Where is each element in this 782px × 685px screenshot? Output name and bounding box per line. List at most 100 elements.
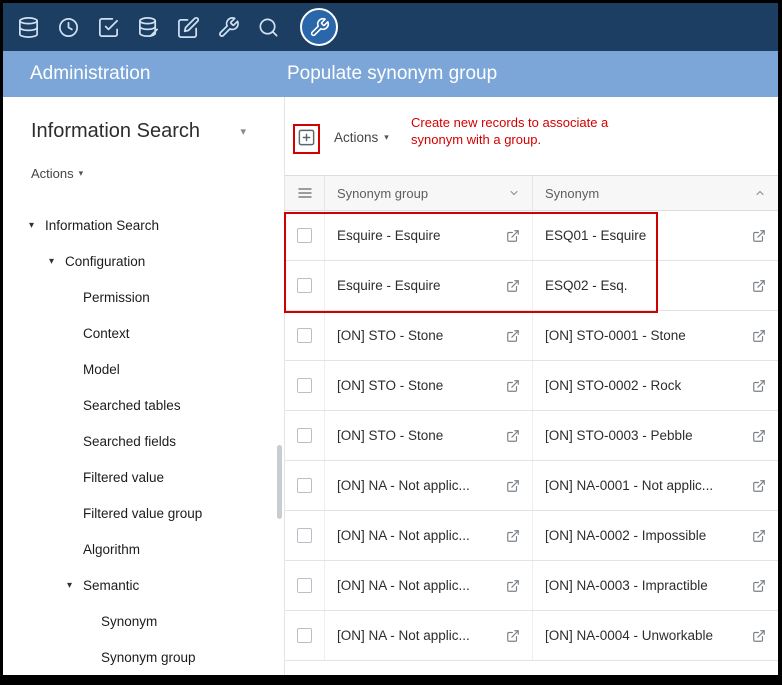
list-toolbar: Actions ▾ Create new records to associat… bbox=[285, 97, 778, 175]
row-checkbox-cell bbox=[285, 411, 325, 460]
external-link-icon[interactable] bbox=[506, 329, 520, 343]
external-link-icon[interactable] bbox=[506, 279, 520, 293]
synonym-group-value: [ON] STO - Stone bbox=[337, 328, 443, 343]
check-square-icon[interactable] bbox=[97, 16, 120, 39]
sidebar-tree-item[interactable]: Synonym group bbox=[3, 639, 284, 675]
external-link-icon[interactable] bbox=[752, 529, 766, 543]
column-header-synonym[interactable]: Synonym bbox=[533, 176, 778, 210]
external-link-icon[interactable] bbox=[752, 279, 766, 293]
external-link-icon[interactable] bbox=[506, 529, 520, 543]
sidebar-tree-item[interactable]: ▾ Configuration bbox=[3, 243, 284, 279]
synonym-group-value: Esquire - Esquire bbox=[337, 278, 441, 293]
app-window: Administration Populate synonym group In… bbox=[0, 0, 782, 685]
sidebar-tree-item[interactable]: Algorithm bbox=[3, 531, 284, 567]
sidebar-tree-item[interactable]: Model bbox=[3, 351, 284, 387]
synonym-cell: [ON] STO-0002 - Rock bbox=[533, 361, 778, 410]
sidebar-title-dropdown[interactable]: Information Search ▾ bbox=[3, 117, 284, 145]
synonym-group-value: [ON] NA - Not applic... bbox=[337, 578, 470, 593]
sidebar-tree-item[interactable]: Searched tables bbox=[3, 387, 284, 423]
synonym-group-value: [ON] STO - Stone bbox=[337, 428, 443, 443]
row-checkbox[interactable] bbox=[297, 328, 312, 343]
synonym-group-cell: [ON] NA - Not applic... bbox=[325, 461, 533, 510]
tree-item-label: Information Search bbox=[45, 218, 159, 233]
wrench-icon[interactable] bbox=[217, 16, 240, 39]
sidebar-tree: ▾ Information Search ▾ Configuration Per… bbox=[3, 207, 284, 675]
synonym-group-cell: Esquire - Esquire bbox=[325, 261, 533, 310]
synonym-value: [ON] NA-0002 - Impossible bbox=[545, 528, 706, 543]
sidebar-scrollbar[interactable] bbox=[277, 445, 282, 519]
row-checkbox-cell bbox=[285, 461, 325, 510]
database-icon[interactable] bbox=[17, 16, 40, 39]
external-link-icon[interactable] bbox=[752, 329, 766, 343]
sidebar-tree-item[interactable]: Synonym bbox=[3, 603, 284, 639]
synonym-group-cell: Esquire - Esquire bbox=[325, 211, 533, 260]
external-link-icon[interactable] bbox=[752, 479, 766, 493]
synonym-value: ESQ01 - Esquire bbox=[545, 228, 646, 243]
column-header-synonym-group[interactable]: Synonym group bbox=[325, 176, 533, 210]
document-edit-icon[interactable] bbox=[177, 16, 200, 39]
row-checkbox[interactable] bbox=[297, 428, 312, 443]
row-checkbox-cell bbox=[285, 261, 325, 310]
external-link-icon[interactable] bbox=[506, 479, 520, 493]
list-actions-dropdown[interactable]: Actions ▾ bbox=[334, 130, 389, 145]
row-checkbox-cell bbox=[285, 561, 325, 610]
database-edit-icon[interactable] bbox=[137, 16, 160, 39]
annotation-text: Create new records to associate a synony… bbox=[411, 114, 611, 148]
external-link-icon[interactable] bbox=[752, 429, 766, 443]
records-table: Synonym group Synonym Esquire - Esquire … bbox=[285, 175, 778, 661]
tree-expand-caret-icon[interactable]: ▾ bbox=[67, 580, 83, 591]
synonym-group-value: Esquire - Esquire bbox=[337, 228, 441, 243]
row-checkbox[interactable] bbox=[297, 628, 312, 643]
synonym-group-cell: [ON] STO - Stone bbox=[325, 361, 533, 410]
new-record-button[interactable] bbox=[293, 124, 320, 154]
external-link-icon[interactable] bbox=[752, 379, 766, 393]
plus-square-icon bbox=[297, 128, 316, 147]
clock-icon[interactable] bbox=[57, 16, 80, 39]
table-row: [ON] NA - Not applic... [ON] NA-0002 - I… bbox=[285, 511, 778, 561]
main-content: Actions ▾ Create new records to associat… bbox=[284, 97, 778, 675]
external-link-icon[interactable] bbox=[506, 579, 520, 593]
sidebar-tree-item[interactable]: Context bbox=[3, 315, 284, 351]
external-link-icon[interactable] bbox=[752, 229, 766, 243]
tree-item-label: Synonym bbox=[101, 614, 157, 629]
sidebar-actions-dropdown[interactable]: Actions ▾ bbox=[31, 163, 284, 183]
sidebar: Information Search ▾ Actions ▾ ▾ Informa… bbox=[3, 97, 284, 675]
sidebar-tree-item[interactable]: Permission bbox=[3, 279, 284, 315]
sidebar-tree-item[interactable]: Filtered value bbox=[3, 459, 284, 495]
synonym-group-cell: [ON] STO - Stone bbox=[325, 411, 533, 460]
table-row: Esquire - Esquire ESQ02 - Esq. bbox=[285, 261, 778, 311]
synonym-cell: ESQ02 - Esq. bbox=[533, 261, 778, 310]
tree-item-label: Context bbox=[83, 326, 130, 341]
external-link-icon[interactable] bbox=[752, 579, 766, 593]
active-tool-button[interactable] bbox=[300, 8, 338, 46]
tree-item-label: Configuration bbox=[65, 254, 145, 269]
row-checkbox-cell bbox=[285, 311, 325, 360]
sidebar-tree-item[interactable]: Searched fields bbox=[3, 423, 284, 459]
row-checkbox[interactable] bbox=[297, 278, 312, 293]
sidebar-tree-item[interactable]: ▾ Information Search bbox=[3, 207, 284, 243]
synonym-cell: [ON] NA-0004 - Unworkable bbox=[533, 611, 778, 660]
external-link-icon[interactable] bbox=[752, 629, 766, 643]
row-checkbox[interactable] bbox=[297, 378, 312, 393]
chevron-down-icon bbox=[508, 187, 520, 199]
search-icon[interactable] bbox=[257, 16, 280, 39]
external-link-icon[interactable] bbox=[506, 629, 520, 643]
external-link-icon[interactable] bbox=[506, 429, 520, 443]
chevron-up-icon bbox=[754, 187, 766, 199]
sidebar-tree-item[interactable]: ▾ Semantic bbox=[3, 567, 284, 603]
row-checkbox[interactable] bbox=[297, 578, 312, 593]
sidebar-tree-item[interactable]: Filtered value group bbox=[3, 495, 284, 531]
external-link-icon[interactable] bbox=[506, 229, 520, 243]
list-menu-button[interactable] bbox=[285, 176, 325, 210]
synonym-group-value: [ON] NA - Not applic... bbox=[337, 628, 470, 643]
tree-expand-caret-icon[interactable]: ▾ bbox=[49, 256, 65, 267]
synonym-value: [ON] STO-0003 - Pebble bbox=[545, 428, 693, 443]
row-checkbox[interactable] bbox=[297, 228, 312, 243]
synonym-cell: [ON] NA-0001 - Not applic... bbox=[533, 461, 778, 510]
row-checkbox[interactable] bbox=[297, 478, 312, 493]
synonym-value: [ON] NA-0003 - Impractible bbox=[545, 578, 708, 593]
synonym-value: [ON] STO-0001 - Stone bbox=[545, 328, 686, 343]
external-link-icon[interactable] bbox=[506, 379, 520, 393]
tree-expand-caret-icon[interactable]: ▾ bbox=[29, 220, 45, 231]
row-checkbox[interactable] bbox=[297, 528, 312, 543]
